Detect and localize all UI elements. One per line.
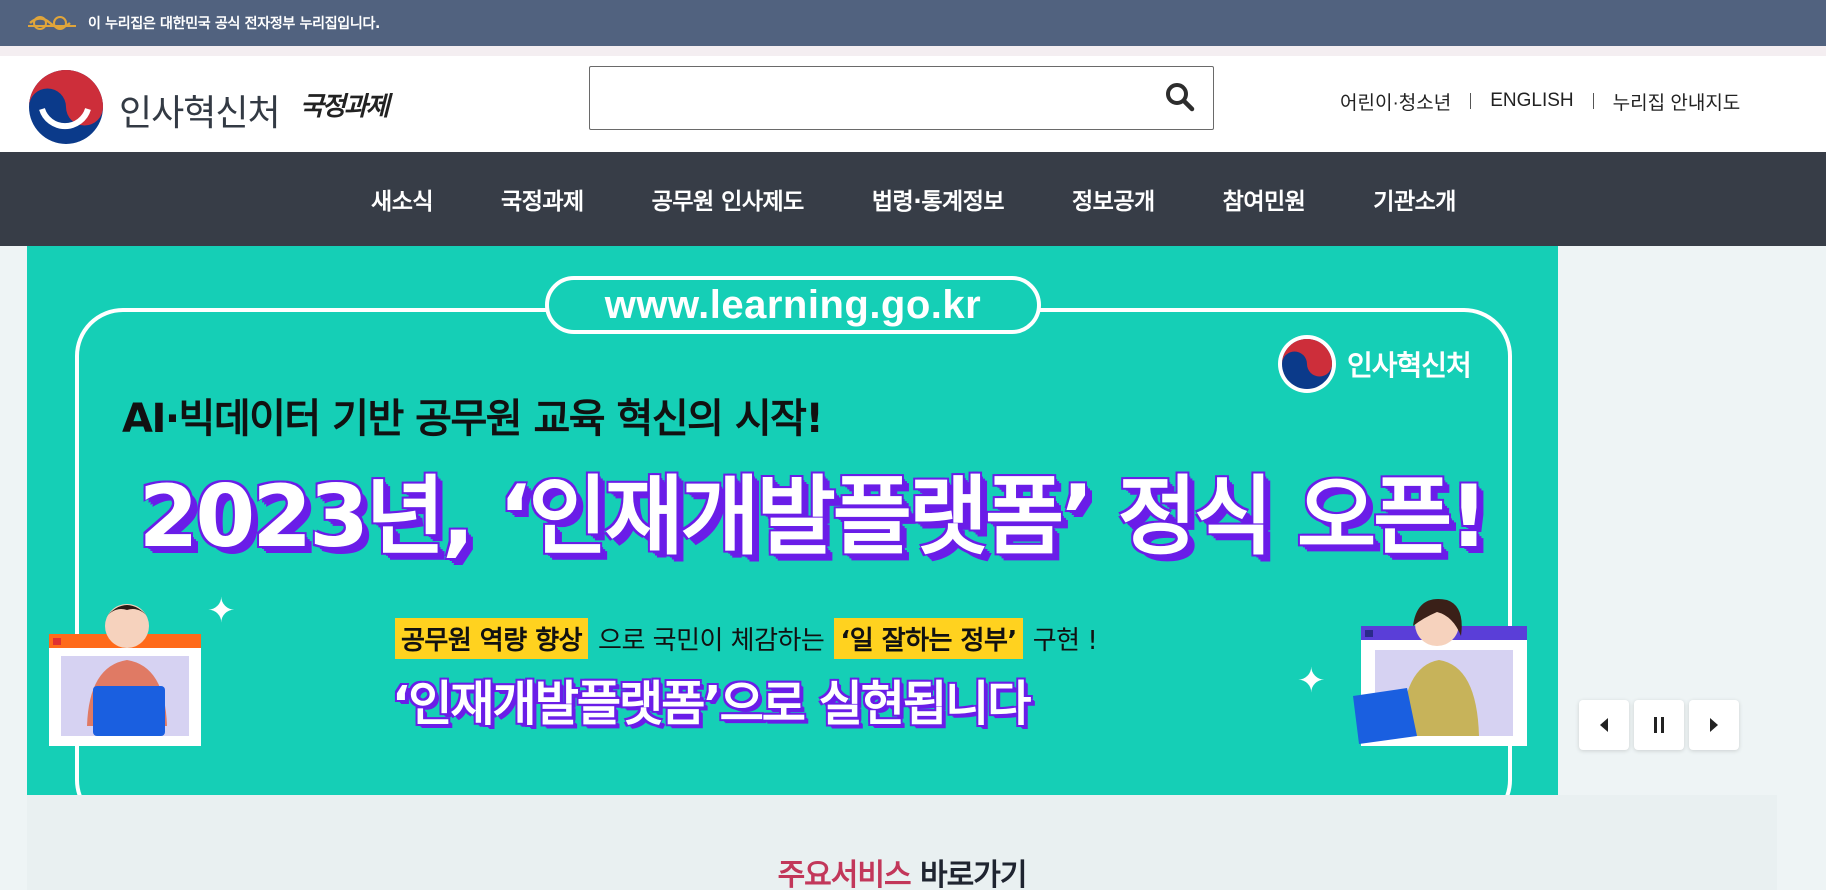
logo-text[interactable]: 인사혁신처 — [119, 84, 281, 136]
pause-icon — [1654, 717, 1664, 733]
taegeuk-logo-icon[interactable] — [28, 69, 104, 145]
slide-pause-button[interactable] — [1634, 700, 1684, 750]
nav-item-civil-participation[interactable]: 참여민원 — [1223, 182, 1306, 216]
hero-subtitle: AI·빅데이터 기반 공무원 교육 혁신의 시작! — [122, 396, 824, 442]
site-header: 인사혁신처 국정과제 어린이·청소년 ENGLISH 누리집 안내지도 — [0, 56, 1826, 152]
hero-brand-text: 인사혁신처 — [1347, 349, 1472, 382]
util-divider — [1592, 93, 1594, 109]
main-services-title-rest: 바로가기 — [920, 858, 1027, 893]
utility-links: 어린이·청소년 ENGLISH 누리집 안내지도 — [1340, 86, 1740, 116]
hero-highlight-2: ‘일 잘하는 정부’ — [834, 618, 1023, 659]
main-services-section: 주요서비스 바로가기 — [27, 795, 1777, 893]
logo-tagline: 국정과제 — [300, 92, 390, 122]
nav-item-law-statistics[interactable]: 법령·통계정보 — [872, 182, 1005, 216]
next-icon — [1710, 718, 1718, 732]
nav-list: 새소식 국정과제 공무원 인사제도 법령·통계정보 정보공개 참여민원 기관소개 — [0, 152, 1826, 246]
search-box — [589, 66, 1214, 130]
sparkle-icon: ✦ — [1297, 661, 1326, 701]
egov-icon — [28, 16, 76, 30]
sparkle-icon: ✦ — [207, 591, 236, 631]
search-button[interactable] — [1158, 76, 1202, 120]
util-link-english[interactable]: ENGLISH — [1490, 90, 1573, 112]
nav-item-about[interactable]: 기관소개 — [1373, 182, 1456, 216]
gov-banner-divider — [0, 46, 1826, 56]
gov-banner: 이 누리집은 대한민국 공식 전자정부 누리집입니다. — [0, 0, 1826, 46]
person-laptop-illustration-icon — [1353, 599, 1527, 746]
search-icon — [1166, 82, 1195, 111]
hero-line-1-end: 구현 ! — [1032, 626, 1098, 656]
util-divider — [1470, 93, 1472, 109]
hero-line-1-middle: 으로 국민이 체감하는 — [598, 626, 825, 656]
hero-highlight-1: 공무원 역량 향상 — [395, 618, 589, 659]
nav-item-information-disclosure[interactable]: 정보공개 — [1072, 182, 1155, 216]
gov-banner-text: 이 누리집은 대한민국 공식 전자정부 누리집입니다. — [88, 16, 381, 32]
prev-icon — [1600, 718, 1608, 732]
search-input[interactable] — [590, 67, 1150, 129]
hero-url: www.learning.go.kr — [545, 276, 1041, 334]
main-services-title-accent: 주요서비스 — [777, 858, 912, 893]
slide-prev-button[interactable] — [1579, 700, 1629, 750]
taegeuk-logo-icon — [1278, 335, 1336, 393]
hero-title: 2023년, ‘인재개발플랫폼’ 정식 오픈! — [138, 467, 1489, 567]
main-services-title: 주요서비스 바로가기 — [27, 850, 1777, 894]
nav-item-hr-system[interactable]: 공무원 인사제도 — [652, 182, 805, 216]
util-link-sitemap[interactable]: 누리집 안내지도 — [1613, 88, 1741, 115]
hero-banner[interactable]: www.learning.go.kr 인사혁신처 AI·빅데이터 기반 공무원 … — [27, 246, 1558, 795]
person-laptop-illustration-icon — [49, 604, 201, 746]
nav-item-news[interactable]: 새소식 — [371, 182, 433, 216]
hero-line-2: ‘인재개발플랫폼’으로 실현됩니다 — [392, 676, 1031, 732]
util-link-kids[interactable]: 어린이·청소년 — [1340, 88, 1451, 115]
slide-next-button[interactable] — [1689, 700, 1739, 750]
hero-line-1: 공무원 역량 향상 으로 국민이 체감하는 ‘일 잘하는 정부’ 구현 ! — [395, 618, 1107, 659]
nav-item-national-tasks[interactable]: 국정과제 — [501, 182, 584, 216]
main-navigation: 새소식 국정과제 공무원 인사제도 법령·통계정보 정보공개 참여민원 기관소개 — [0, 152, 1826, 246]
hero-brand: 인사혁신처 — [1277, 334, 1472, 394]
